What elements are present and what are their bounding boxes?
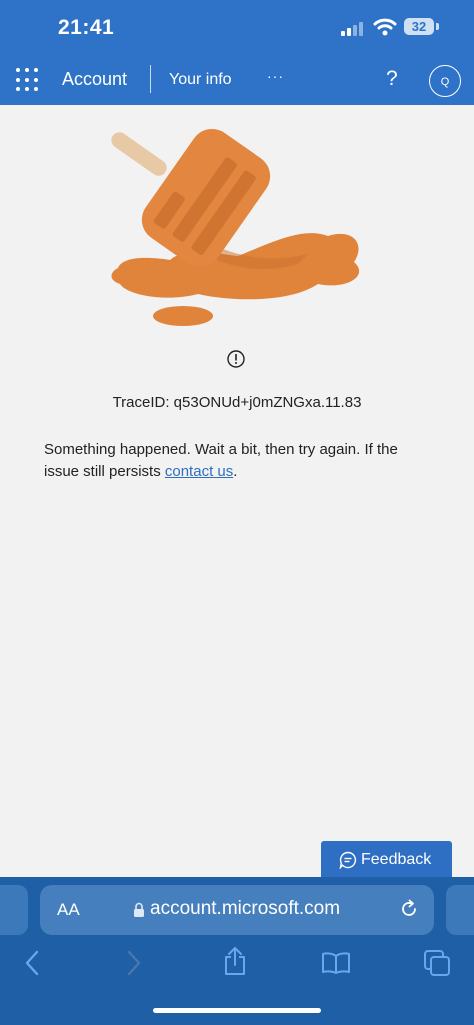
info-icon (227, 350, 245, 368)
waffle-icon[interactable] (16, 68, 40, 92)
share-icon[interactable] (223, 946, 247, 976)
app-title[interactable]: Account (62, 69, 127, 90)
contact-us-link[interactable]: contact us (165, 463, 233, 480)
battery-indicator: 32 (404, 18, 434, 35)
address-bar[interactable]: AA account.microsoft.com (40, 885, 434, 935)
text-size-button[interactable]: AA (57, 900, 80, 920)
tabs-icon[interactable] (424, 950, 450, 976)
feedback-label: Feedback (361, 851, 432, 868)
header-divider (150, 65, 151, 93)
error-message: Something happened. Wait a bit, then try… (44, 439, 434, 483)
help-icon[interactable]: ? (386, 67, 398, 91)
previous-tab-preview[interactable] (0, 885, 28, 935)
wifi-icon (373, 18, 397, 36)
feedback-button[interactable]: Feedback (321, 841, 452, 879)
avatar[interactable]: Q (429, 65, 461, 97)
error-message-end: . (233, 463, 238, 480)
nav-your-info[interactable]: Your info (169, 71, 232, 89)
more-options-button[interactable]: ··· (267, 68, 284, 84)
app-header: Account Your info ··· ? Q (0, 56, 474, 105)
trace-id: TraceID: q53ONUd+j0mZNGxa.11.83 (112, 394, 362, 411)
cellular-signal-icon (341, 22, 363, 36)
battery-nub (436, 23, 439, 30)
bookmarks-icon[interactable] (321, 952, 351, 974)
reload-icon[interactable] (399, 899, 419, 919)
back-icon[interactable] (24, 950, 40, 976)
melted-popsicle-illustration (111, 128, 360, 326)
feedback-icon (339, 851, 357, 869)
lock-icon (134, 902, 144, 917)
status-bar: 21:41 32 (0, 0, 474, 56)
next-tab-preview[interactable] (446, 885, 474, 935)
home-indicator (153, 1008, 321, 1013)
status-time: 21:41 (58, 16, 115, 39)
forward-icon[interactable] (126, 950, 142, 976)
url-text[interactable]: account.microsoft.com (150, 898, 340, 920)
